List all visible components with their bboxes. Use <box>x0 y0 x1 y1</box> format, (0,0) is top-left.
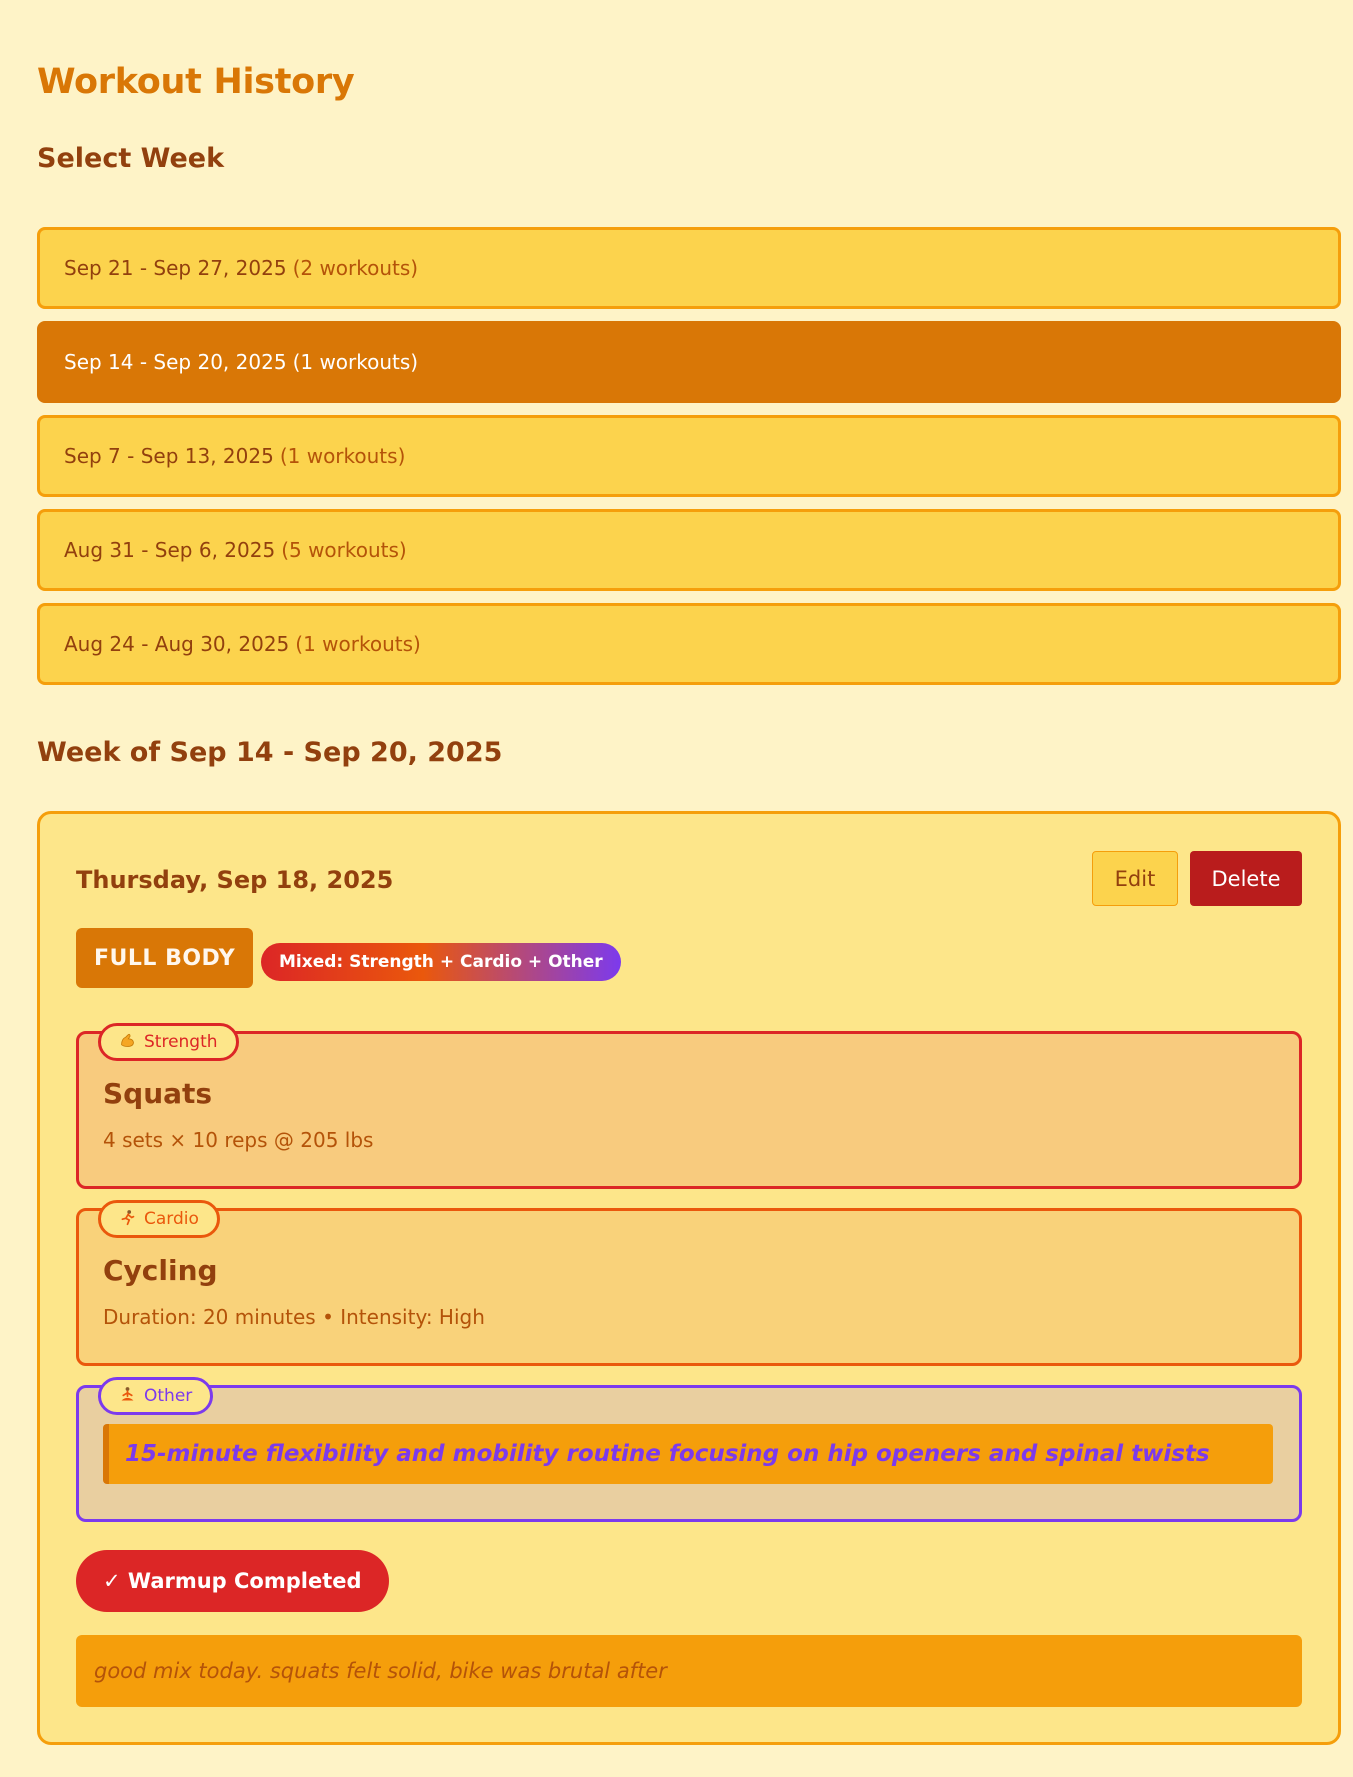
category-label: Cardio <box>144 1209 199 1229</box>
week-item-sep-21[interactable]: Sep 21 - Sep 27, 2025 (2 workouts) <box>37 227 1341 309</box>
other-activity-note: 15-minute flexibility and mobility routi… <box>103 1424 1273 1484</box>
category-tag-strength: Strength <box>98 1023 239 1061</box>
category-tag-cardio: Cardio <box>98 1200 220 1238</box>
week-item-aug-31[interactable]: Aug 31 - Sep 6, 2025 (5 workouts) <box>37 509 1341 591</box>
page-title: Workout History <box>37 62 355 102</box>
flexed-bicep-icon <box>119 1032 136 1052</box>
category-label: Other <box>144 1386 193 1406</box>
week-item-sep-14[interactable]: Sep 14 - Sep 20, 2025 (1 workouts) <box>37 321 1341 403</box>
runner-icon <box>119 1209 136 1230</box>
category-tag-other: Other <box>98 1377 214 1415</box>
workout-date: Thursday, Sep 18, 2025 <box>76 866 394 894</box>
week-item-sep-7[interactable]: Sep 7 - Sep 13, 2025 (1 workouts) <box>37 415 1341 497</box>
week-detail-heading: Week of Sep 14 - Sep 20, 2025 <box>37 737 503 768</box>
week-workout-count: (1 workouts) <box>279 444 406 468</box>
week-item-aug-24[interactable]: Aug 24 - Aug 30, 2025 (1 workouts) <box>37 603 1341 685</box>
week-workout-count: (1 workouts) <box>295 632 421 656</box>
week-range: Aug 31 - Sep 6, 2025 <box>64 538 276 562</box>
exercise-detail: 4 sets × 10 reps @ 205 lbs <box>103 1128 374 1152</box>
select-week-heading: Select Week <box>37 143 225 174</box>
week-range: Sep 21 - Sep 27, 2025 <box>64 256 287 280</box>
week-range: Sep 7 - Sep 13, 2025 <box>64 444 274 468</box>
workout-notes: good mix today. squats felt solid, bike … <box>76 1635 1302 1707</box>
exercise-cardio: Cardio Cycling Duration: 20 minutes • In… <box>76 1200 1302 1366</box>
week-range: Aug 24 - Aug 30, 2025 <box>64 632 290 656</box>
exercise-name: Squats <box>103 1077 213 1110</box>
exercise-other: Other 15-minute flexibility and mobility… <box>76 1377 1302 1522</box>
exercise-detail: Duration: 20 minutes • Intensity: High <box>103 1305 485 1329</box>
delete-button[interactable]: Delete <box>1190 851 1302 906</box>
exercise-name: Cycling <box>103 1254 218 1287</box>
week-workout-count: (2 workouts) <box>292 256 419 280</box>
week-list: Sep 21 - Sep 27, 2025 (2 workouts) Sep 1… <box>37 227 1341 697</box>
warmup-completed-badge: ✓ Warmup Completed <box>76 1550 389 1612</box>
week-workout-count: (5 workouts) <box>281 538 407 562</box>
workout-mix-badge: Mixed: Strength + Cardio + Other <box>261 943 621 981</box>
week-workout-count: (1 workouts) <box>292 350 419 374</box>
workout-day-card: Thursday, Sep 18, 2025 Edit Delete FULL … <box>37 811 1341 1745</box>
edit-button[interactable]: Edit <box>1092 851 1178 906</box>
yoga-icon <box>119 1386 136 1407</box>
workout-type-badge: FULL BODY <box>76 928 254 988</box>
week-range: Sep 14 - Sep 20, 2025 <box>64 350 287 374</box>
category-label: Strength <box>144 1032 218 1052</box>
exercise-strength: Strength Squats 4 sets × 10 reps @ 205 l… <box>76 1023 1302 1189</box>
